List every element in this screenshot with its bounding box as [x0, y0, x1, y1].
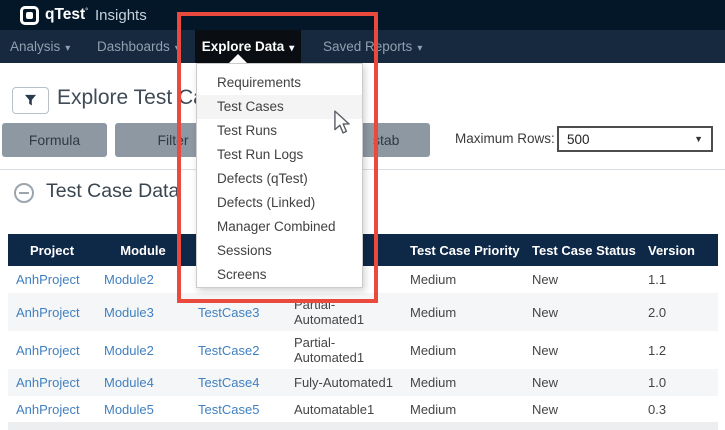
select-caret-icon: ▼	[694, 134, 703, 144]
product-name: Insights	[95, 7, 147, 24]
section-title: Test Case Data	[46, 180, 179, 203]
automation-cell: Fuly-Automated1	[286, 375, 402, 390]
menu-item-screens[interactable]: Screens	[197, 263, 362, 287]
project-link[interactable]: AnhProject	[8, 375, 96, 390]
module-link[interactable]: Module2	[96, 272, 190, 287]
table-row: AnhProject Module4 TestCase4 Fuly-Automa…	[8, 369, 718, 396]
page-title: Explore Test Ca	[57, 86, 205, 110]
chevron-down-icon: ▾	[289, 43, 294, 54]
table-row: AnhProject Module3 TestCase3 Partial- Au…	[8, 293, 718, 331]
priority-cell: Medium	[402, 305, 524, 320]
module-link[interactable]: Module3	[96, 305, 190, 320]
module-link[interactable]: Module4	[96, 375, 190, 390]
col-header-module[interactable]: Module	[96, 234, 190, 266]
minus-icon	[19, 192, 29, 194]
priority-cell: Medium	[402, 343, 524, 358]
menu-item-defects-qtest[interactable]: Defects (qTest)	[197, 167, 362, 191]
automation-cell: Partial- Automated1	[286, 335, 402, 365]
max-rows-select[interactable]: 500 ▼	[557, 126, 713, 152]
formula-button[interactable]: Formula	[2, 123, 107, 157]
chevron-down-icon: ▾	[417, 43, 422, 54]
version-cell: 1.2	[640, 343, 718, 358]
app-header: qTest° Insights	[0, 0, 725, 30]
version-cell: 0.3	[640, 402, 718, 417]
table-row: AnhProject Module5 TestCase5 Automatable…	[8, 396, 718, 422]
nav-item-analysis[interactable]: Analysis▾	[10, 30, 70, 63]
status-cell: New	[524, 305, 640, 320]
project-link[interactable]: AnhProject	[8, 305, 96, 320]
col-header-project[interactable]: Project	[8, 234, 96, 266]
menu-item-test-run-logs[interactable]: Test Run Logs	[197, 143, 362, 167]
version-cell: 1.0	[640, 375, 718, 390]
qtest-insights-app: qTest° Insights Analysis▾ Dashboards▾ Ex…	[0, 0, 725, 430]
dropdown-caret-up-icon	[229, 54, 247, 63]
col-header-priority[interactable]: Test Case Priority	[402, 234, 524, 266]
trademark-mark: °	[85, 8, 88, 15]
version-cell: 2.0	[640, 305, 718, 320]
module-link[interactable]: Module2	[96, 343, 190, 358]
menu-item-requirements[interactable]: Requirements	[197, 71, 362, 95]
menu-item-test-runs[interactable]: Test Runs	[197, 119, 362, 143]
col-header-status[interactable]: Test Case Status	[524, 234, 640, 266]
table-header-row: Project Module Test Case Priority Test C…	[8, 234, 718, 266]
automation-cell: Automatable1	[286, 402, 402, 417]
explore-data-dropdown: Requirements Test Cases Test Runs Test R…	[196, 63, 363, 288]
status-cell: New	[524, 272, 640, 287]
status-cell: New	[524, 375, 640, 390]
table-row: AnhProject Module2 Medium New 1.1	[8, 266, 718, 293]
menu-item-defects-linked[interactable]: Defects (Linked)	[197, 191, 362, 215]
filter-toggle-button[interactable]	[12, 87, 49, 114]
brand-name: qTest°	[45, 6, 88, 24]
priority-cell: Medium	[402, 272, 524, 287]
funnel-icon	[24, 94, 37, 107]
automation-cell: Partial- Automated1	[286, 297, 402, 327]
max-rows-label: Maximum Rows:	[455, 131, 555, 146]
status-cell: New	[524, 402, 640, 417]
nav-item-saved-reports[interactable]: Saved Reports▾	[323, 30, 422, 63]
version-cell: 1.1	[640, 272, 718, 287]
table-bottom-strip	[8, 422, 718, 430]
menu-item-manager-combined[interactable]: Manager Combined	[197, 215, 362, 239]
test-case-table: Project Module Test Case Priority Test C…	[8, 234, 718, 430]
project-link[interactable]: AnhProject	[8, 272, 96, 287]
col-header-version[interactable]: Version	[640, 234, 718, 266]
table-row: AnhProject Module2 TestCase2 Partial- Au…	[8, 331, 718, 369]
priority-cell: Medium	[402, 375, 524, 390]
test-case-link[interactable]: TestCase3	[190, 305, 286, 320]
qtest-logo-icon	[20, 6, 39, 25]
collapse-section-button[interactable]	[14, 183, 34, 203]
nav-item-explore-data[interactable]: Explore Data▾	[195, 30, 301, 63]
main-nav: Analysis▾ Dashboards▾ Explore Data▾ Save…	[0, 30, 725, 63]
test-case-link[interactable]: TestCase5	[190, 402, 286, 417]
status-cell: New	[524, 343, 640, 358]
chevron-down-icon: ▾	[175, 43, 180, 54]
menu-item-sessions[interactable]: Sessions	[197, 239, 362, 263]
nav-item-dashboards[interactable]: Dashboards▾	[97, 30, 180, 63]
project-link[interactable]: AnhProject	[8, 402, 96, 417]
test-case-link[interactable]: TestCase2	[190, 343, 286, 358]
priority-cell: Medium	[402, 402, 524, 417]
module-link[interactable]: Module5	[96, 402, 190, 417]
chevron-down-icon: ▾	[65, 43, 70, 54]
test-case-link[interactable]: TestCase4	[190, 375, 286, 390]
project-link[interactable]: AnhProject	[8, 343, 96, 358]
menu-item-test-cases[interactable]: Test Cases	[197, 95, 362, 119]
max-rows-value: 500	[567, 132, 590, 147]
